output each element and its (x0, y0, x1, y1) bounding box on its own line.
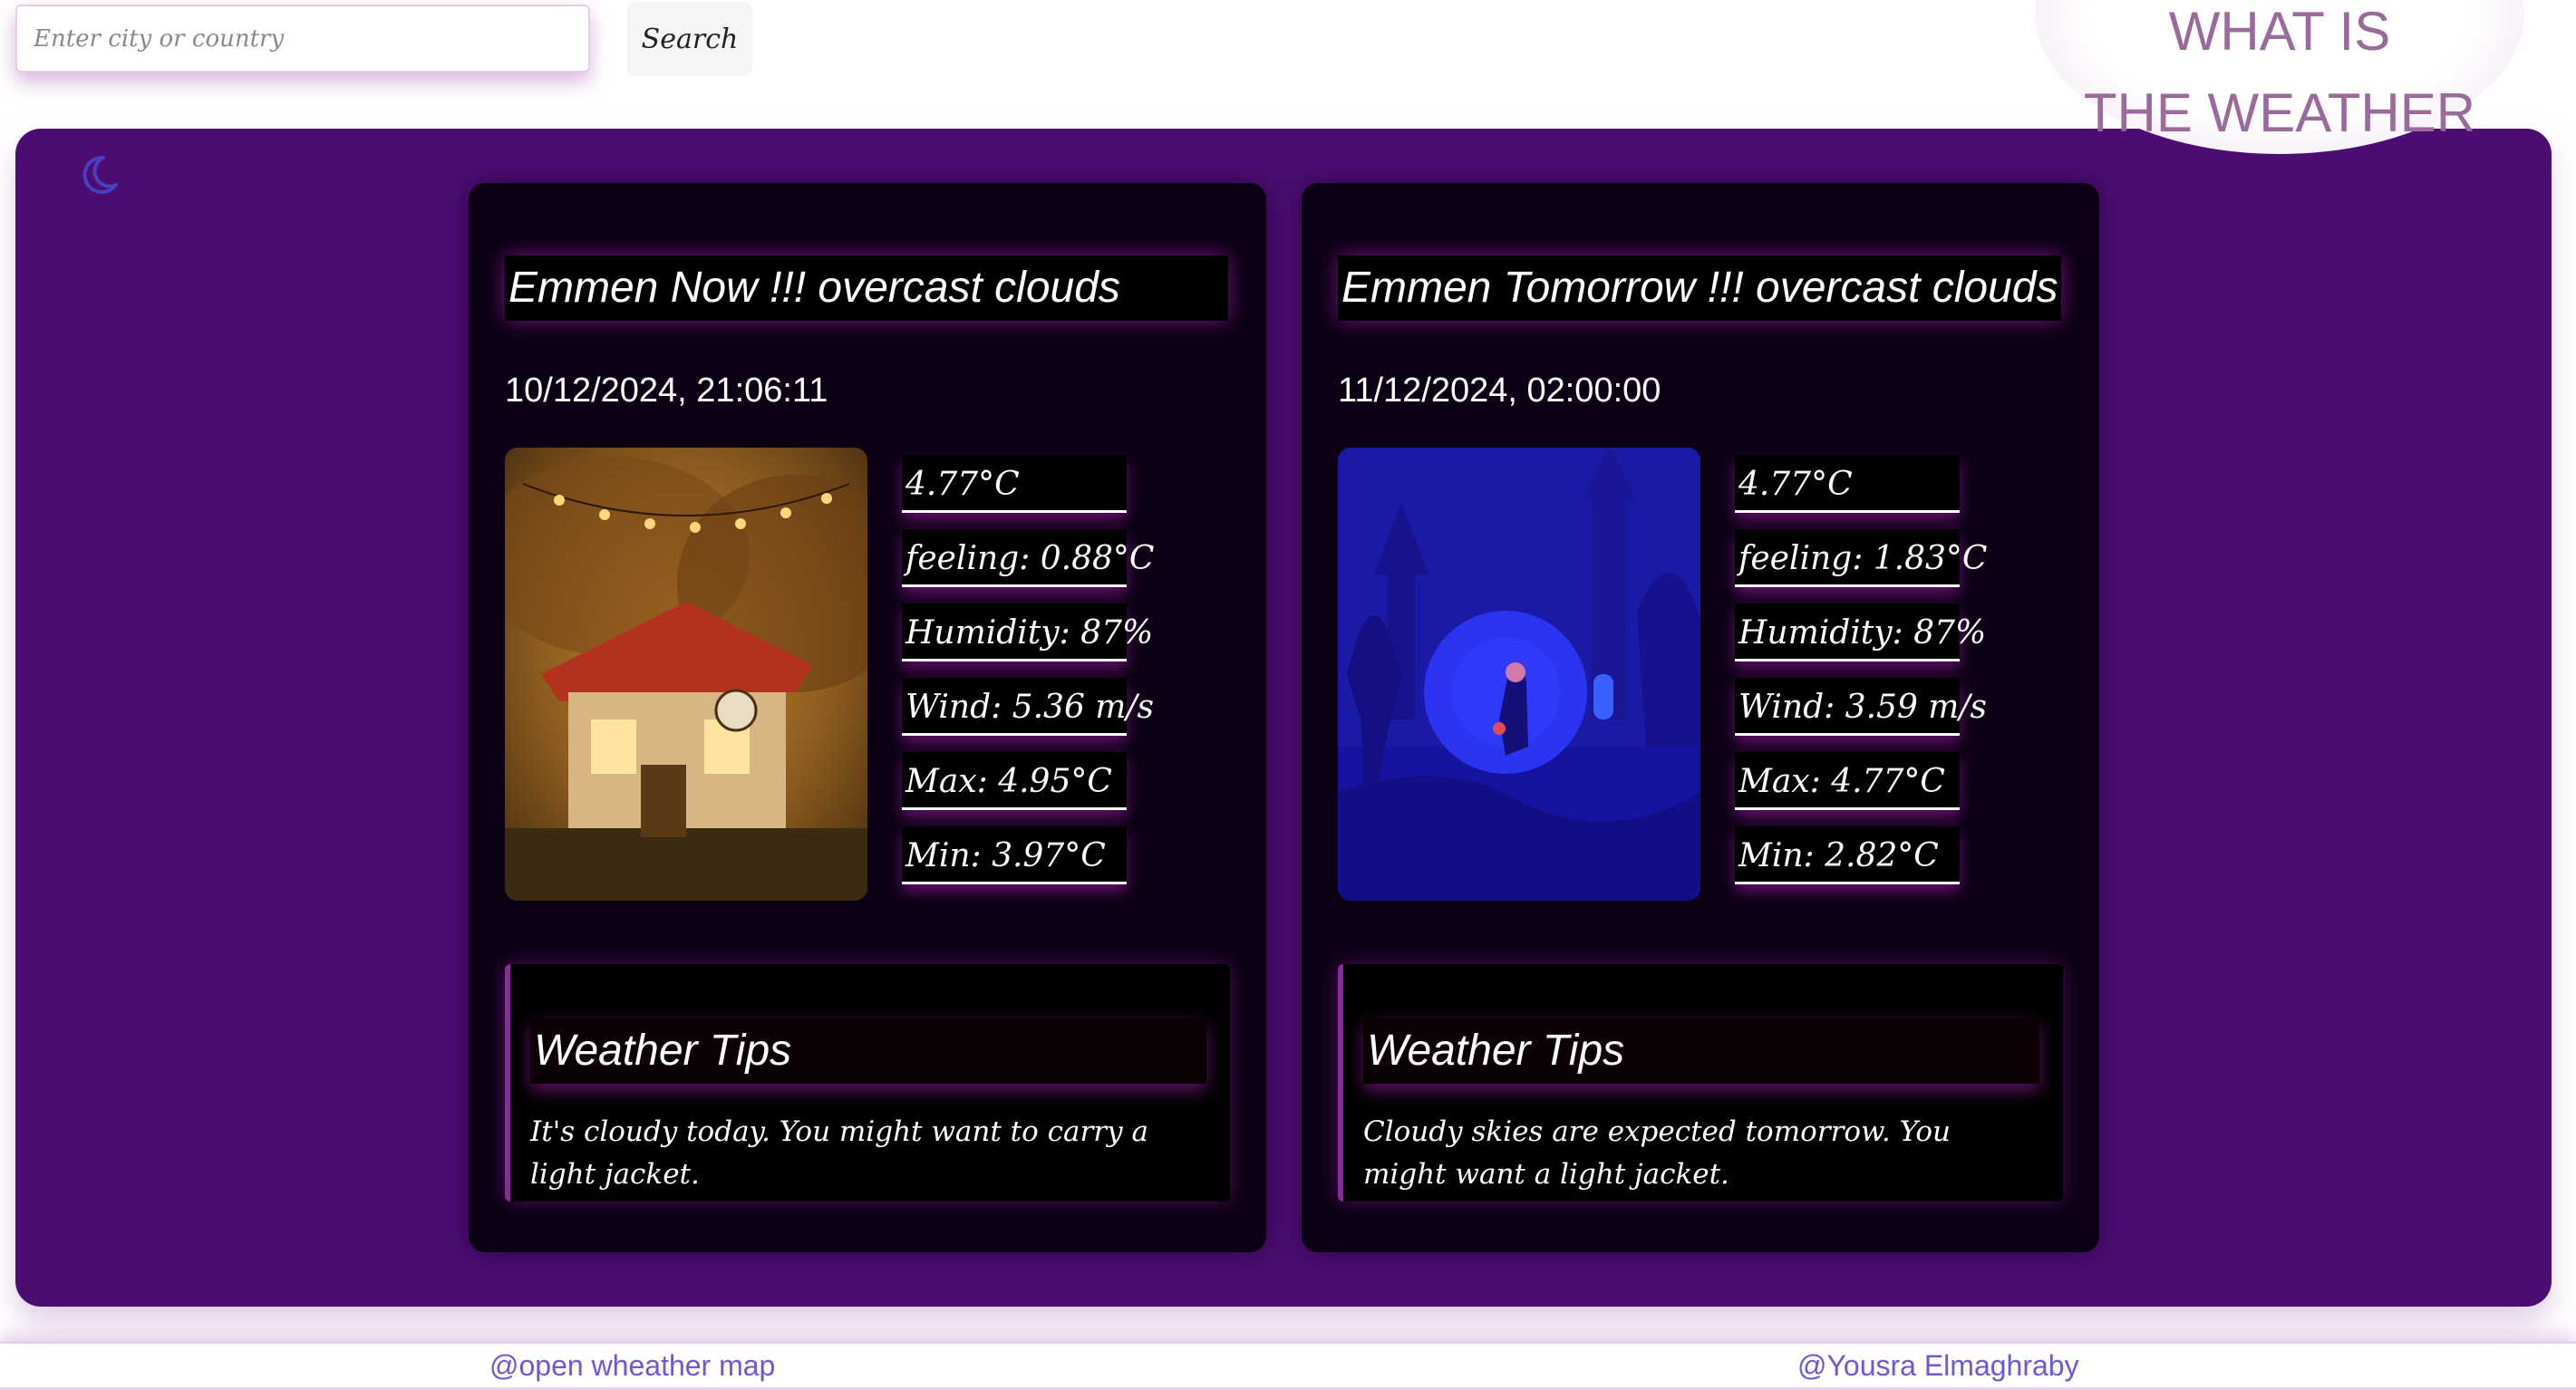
temperature-value: 4.77°C (902, 455, 1127, 513)
max-temp-value: Max: 4.77°C (1735, 752, 1960, 810)
main-panel (15, 129, 2552, 1307)
weather-tips: Weather Tips It's cloudy today. You migh… (505, 964, 1230, 1202)
wind-value: Wind: 5.36 m/s (902, 678, 1154, 736)
weather-card-tomorrow: Emmen Tomorrow !!! overcast clouds 11/12… (1302, 183, 2099, 1252)
footer: @open wheather map @Yousra Elmaghraby (0, 1341, 2576, 1390)
moon-icon[interactable] (76, 152, 121, 198)
night-forest-illustration (1338, 448, 1700, 901)
tips-text: It's cloudy today. You might want to car… (530, 1115, 1148, 1191)
stats-list: 4.77°C feeling: 1.83°C Humidity: 87% Win… (1735, 455, 1987, 901)
temperature-value: 4.77°C (1735, 455, 1960, 513)
weather-card-now: Emmen Now !!! overcast clouds 10/12/2024… (469, 183, 1266, 1252)
tips-title: Weather Tips (530, 1018, 1206, 1084)
max-temp-value: Max: 4.95°C (902, 752, 1127, 810)
card-title: Emmen Now !!! overcast clouds (505, 256, 1228, 321)
feels-like-value: feeling: 1.83°C (1735, 529, 1987, 587)
min-temp-value: Min: 3.97°C (902, 826, 1127, 884)
cozy-house-illustration (505, 448, 867, 901)
search-input[interactable] (15, 5, 590, 72)
tips-text: Cloudy skies are expected tomorrow. You … (1363, 1115, 1951, 1191)
brand-title-line-1: WHAT IS (2168, 1, 2391, 62)
min-temp-value: Min: 2.82°C (1735, 826, 1960, 884)
humidity-value: Humidity: 87% (1735, 603, 1986, 661)
openweathermap-link[interactable]: @open wheather map (489, 1349, 775, 1383)
feels-like-value: feeling: 0.88°C (902, 529, 1154, 587)
weather-tips: Weather Tips Cloudy skies are expected t… (1338, 964, 2063, 1202)
card-datetime: 11/12/2024, 02:00:00 (1338, 372, 1661, 410)
tips-title: Weather Tips (1363, 1018, 2039, 1084)
brand-title-line-2: THE WEATHER (2083, 82, 2476, 143)
search-button[interactable]: Search (627, 2, 752, 76)
humidity-value: Humidity: 87% (902, 603, 1153, 661)
card-datetime: 10/12/2024, 21:06:11 (505, 372, 828, 410)
wind-value: Wind: 3.59 m/s (1735, 678, 1987, 736)
stats-list: 4.77°C feeling: 0.88°C Humidity: 87% Win… (902, 455, 1154, 901)
card-title: Emmen Tomorrow !!! overcast clouds (1338, 256, 2061, 321)
author-link[interactable]: @Yousra Elmaghraby (1797, 1349, 2079, 1383)
